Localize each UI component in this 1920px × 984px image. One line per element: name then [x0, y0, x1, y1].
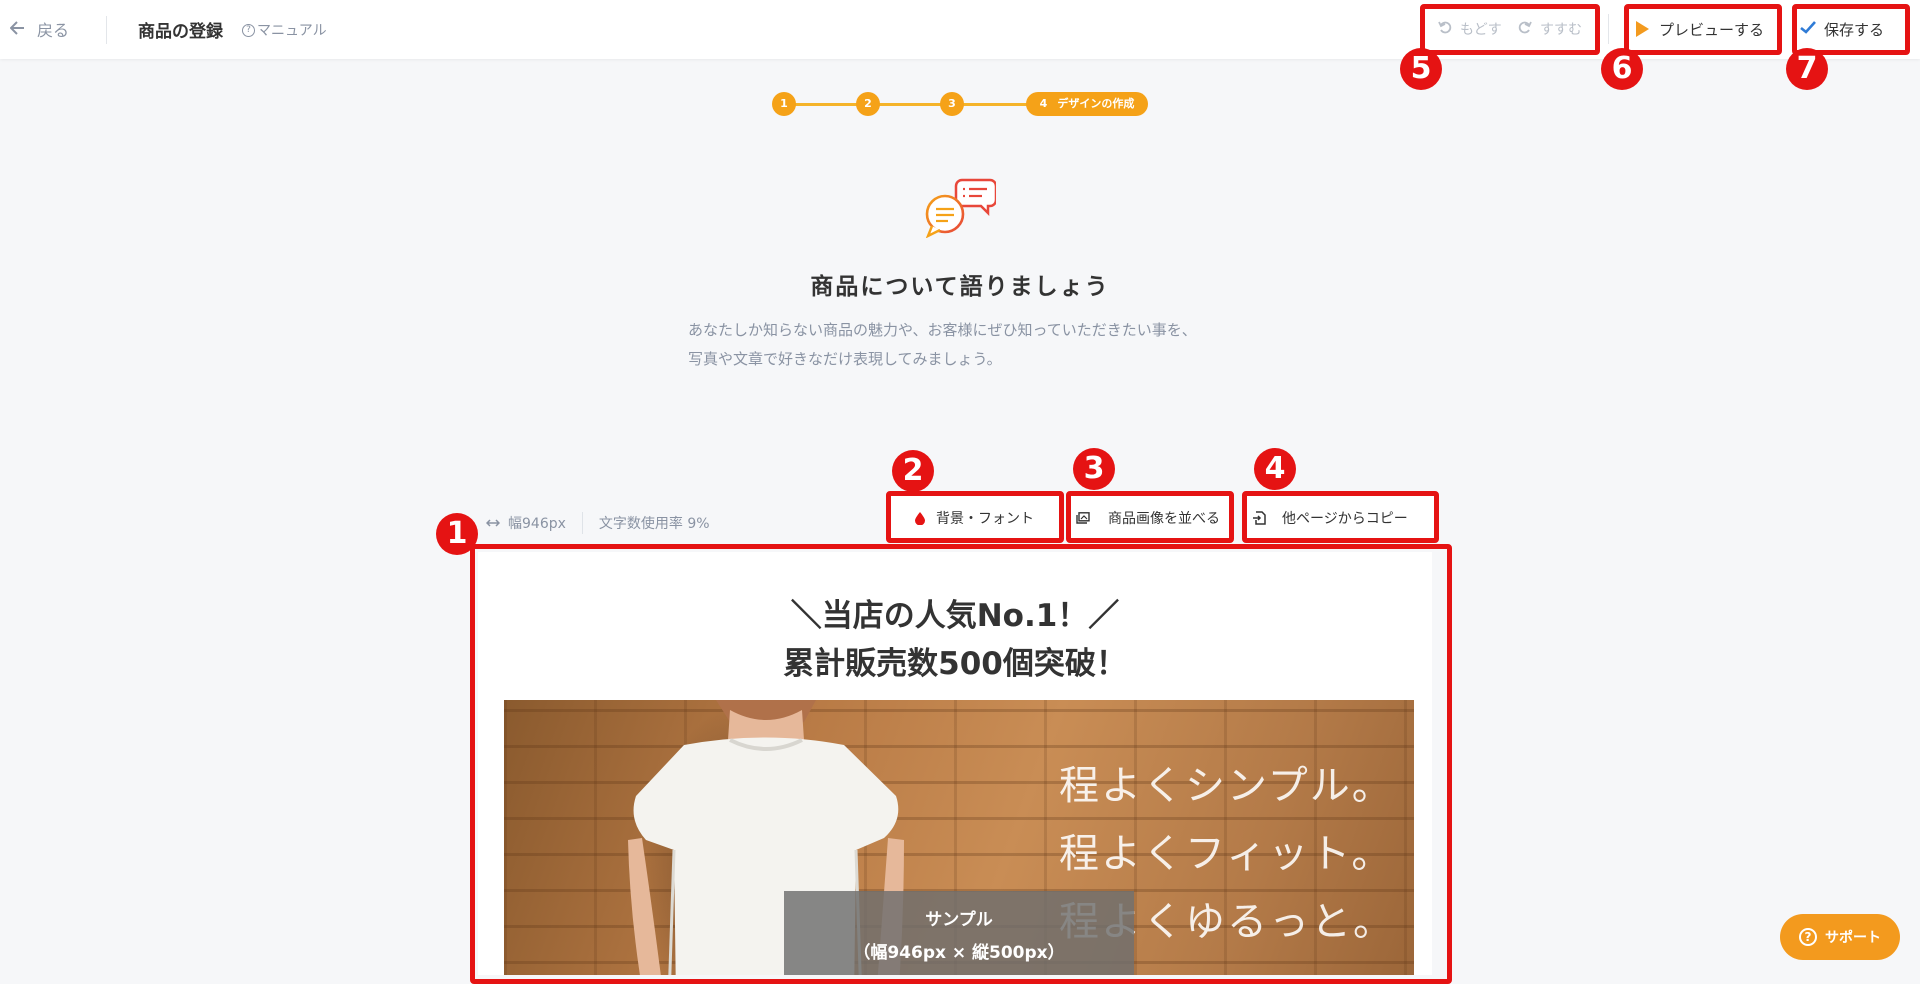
save-button[interactable]: 保存する [1796, 8, 1904, 50]
design-canvas[interactable]: ＼当店の人気No.1！／ 累計販売数500個突破！ 程よくシンプル。 程よくフィ… [478, 552, 1432, 975]
canvas-info: 幅946px 文字数使用率 9% [485, 512, 710, 534]
sample-size-badge: サンプル （幅946px × 縦500px） [784, 891, 1134, 975]
overlay-line-2: 程よくフィット。 [1059, 831, 1394, 877]
annotation-marker-1: 1 [436, 513, 478, 555]
undo-redo-group: もどす すすむ [1422, 6, 1598, 52]
hero-title: 商品について語りましょう [810, 274, 1110, 300]
hero-description: あなたしか知らない商品の魅力や、お客様にぜひ知っていただきたい事を、 写真や文章… [688, 316, 1197, 374]
file-import-icon [1252, 511, 1266, 525]
chat-bubbles-icon [924, 176, 998, 239]
canvas-headline-2[interactable]: 累計販売数500個突破！ [478, 642, 1432, 686]
arrange-images-button[interactable]: 商品画像を並べる [1070, 496, 1230, 540]
copy-from-page-button[interactable]: 他ページからコピー [1246, 496, 1434, 540]
back-button[interactable]: 戻る [9, 18, 70, 40]
hero-desc-line-1: あなたしか知らない商品の魅力や、お客様にぜひ知っていただきたい事を、 [688, 321, 1197, 339]
width-arrows-icon [485, 515, 501, 531]
undo-button[interactable]: もどす [1438, 19, 1502, 39]
annotation-marker-4: 4 [1254, 448, 1296, 490]
annotation-marker-3: 3 [1073, 448, 1115, 490]
header-divider [106, 16, 107, 44]
help-icon: ? [242, 23, 255, 37]
preview-button[interactable]: プレビューする [1630, 8, 1778, 50]
step-4-number: 4 [1039, 97, 1048, 110]
sample-size: （幅946px × 縦500px） [853, 943, 1065, 963]
annotation-marker-7: 7 [1786, 48, 1828, 90]
undo-icon [1438, 20, 1460, 38]
step-2[interactable]: 2 [856, 92, 880, 116]
manual-label: マニュアル [257, 23, 327, 39]
copy-from-page-label: 他ページからコピー [1282, 511, 1408, 527]
support-label: サポート [1825, 930, 1881, 946]
redo-icon [1518, 20, 1540, 38]
annotation-marker-2: 2 [892, 450, 934, 492]
info-divider [581, 512, 583, 534]
sample-photo[interactable]: 程よくシンプル。 程よくフィット。 程よくゆるっと。 サンプル （幅946px … [504, 700, 1414, 975]
page-title: 商品の登録 [138, 22, 223, 42]
bg-font-label: 背景・フォント [936, 511, 1034, 527]
step-progress: 1 2 3 4 デザインの作成 [772, 92, 1148, 116]
play-icon [1636, 21, 1649, 37]
step-4-label: デザインの作成 [1057, 97, 1135, 110]
back-label: 戻る [37, 21, 70, 40]
header-divider-right [1608, 14, 1609, 44]
redo-label: すすむ [1540, 22, 1582, 38]
save-label: 保存する [1824, 20, 1885, 39]
text-usage-label: 文字数使用率 9% [598, 516, 710, 532]
annotation-marker-5: 5 [1400, 48, 1442, 90]
hero-desc-line-2: 写真や文章で好きなだけ表現してみましょう。 [688, 350, 1002, 368]
preview-label: プレビューする [1659, 20, 1765, 39]
check-icon [1796, 20, 1824, 38]
support-button[interactable]: ? サポート [1780, 914, 1900, 960]
arrange-images-label: 商品画像を並べる [1108, 511, 1220, 527]
canvas-width-label: 幅946px [508, 516, 566, 532]
overlay-line-1: 程よくシンプル。 [1059, 763, 1394, 809]
images-icon [1076, 512, 1090, 524]
step-4-active[interactable]: 4 デザインの作成 [1026, 92, 1148, 116]
drop-icon [914, 511, 926, 525]
manual-link[interactable]: ? マニュアル [242, 20, 327, 40]
step-1[interactable]: 1 [772, 92, 796, 116]
help-circle-icon: ? [1799, 928, 1817, 946]
arrow-left-icon [9, 20, 37, 39]
canvas-headline-1[interactable]: ＼当店の人気No.1！／ [478, 594, 1432, 638]
redo-button[interactable]: すすむ [1518, 19, 1582, 39]
annotation-marker-6: 6 [1601, 48, 1643, 90]
bg-font-button[interactable]: 背景・フォント [890, 496, 1060, 540]
step-3[interactable]: 3 [940, 92, 964, 116]
sample-title: サンプル [925, 910, 993, 930]
undo-label: もどす [1460, 22, 1502, 38]
